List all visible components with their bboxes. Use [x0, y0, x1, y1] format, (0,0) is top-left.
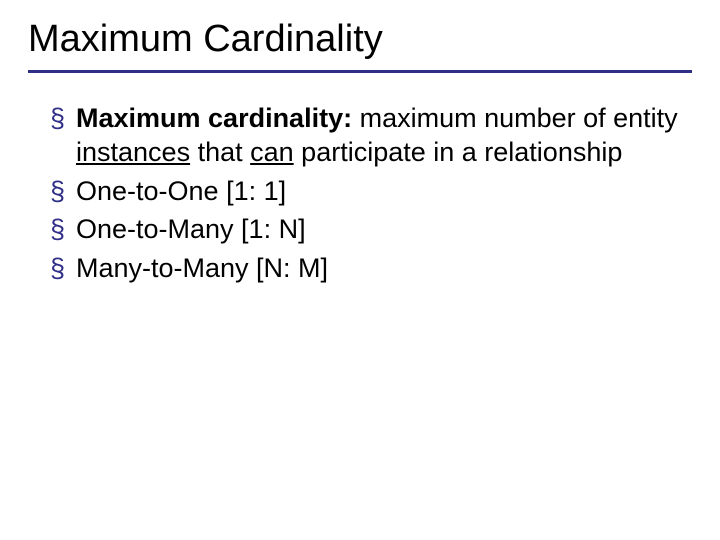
bullet-item: Many-to-Many [N: M]	[50, 251, 692, 286]
title-underline	[28, 70, 692, 73]
bullet-text: One-to-Many [1: N]	[76, 214, 306, 244]
slide: Maximum Cardinality Maximum cardinality:…	[0, 0, 720, 540]
bullet-item: Maximum cardinality: maximum number of e…	[50, 101, 692, 170]
slide-title: Maximum Cardinality	[28, 18, 692, 62]
bullet-item: One-to-Many [1: N]	[50, 212, 692, 247]
bullet-item: One-to-One [1: 1]	[50, 174, 692, 209]
bullet-list: Maximum cardinality: maximum number of e…	[28, 101, 692, 286]
bullet-text: One-to-One [1: 1]	[76, 176, 286, 206]
underlined-word: instances	[76, 137, 190, 167]
bullet-text: that	[190, 137, 250, 167]
bullet-text: participate in a relationship	[294, 137, 623, 167]
underlined-word: can	[250, 137, 294, 167]
bullet-text: maximum number of entity	[352, 103, 678, 133]
term-label: Maximum cardinality:	[76, 103, 352, 133]
bullet-text: Many-to-Many [N: M]	[76, 253, 328, 283]
